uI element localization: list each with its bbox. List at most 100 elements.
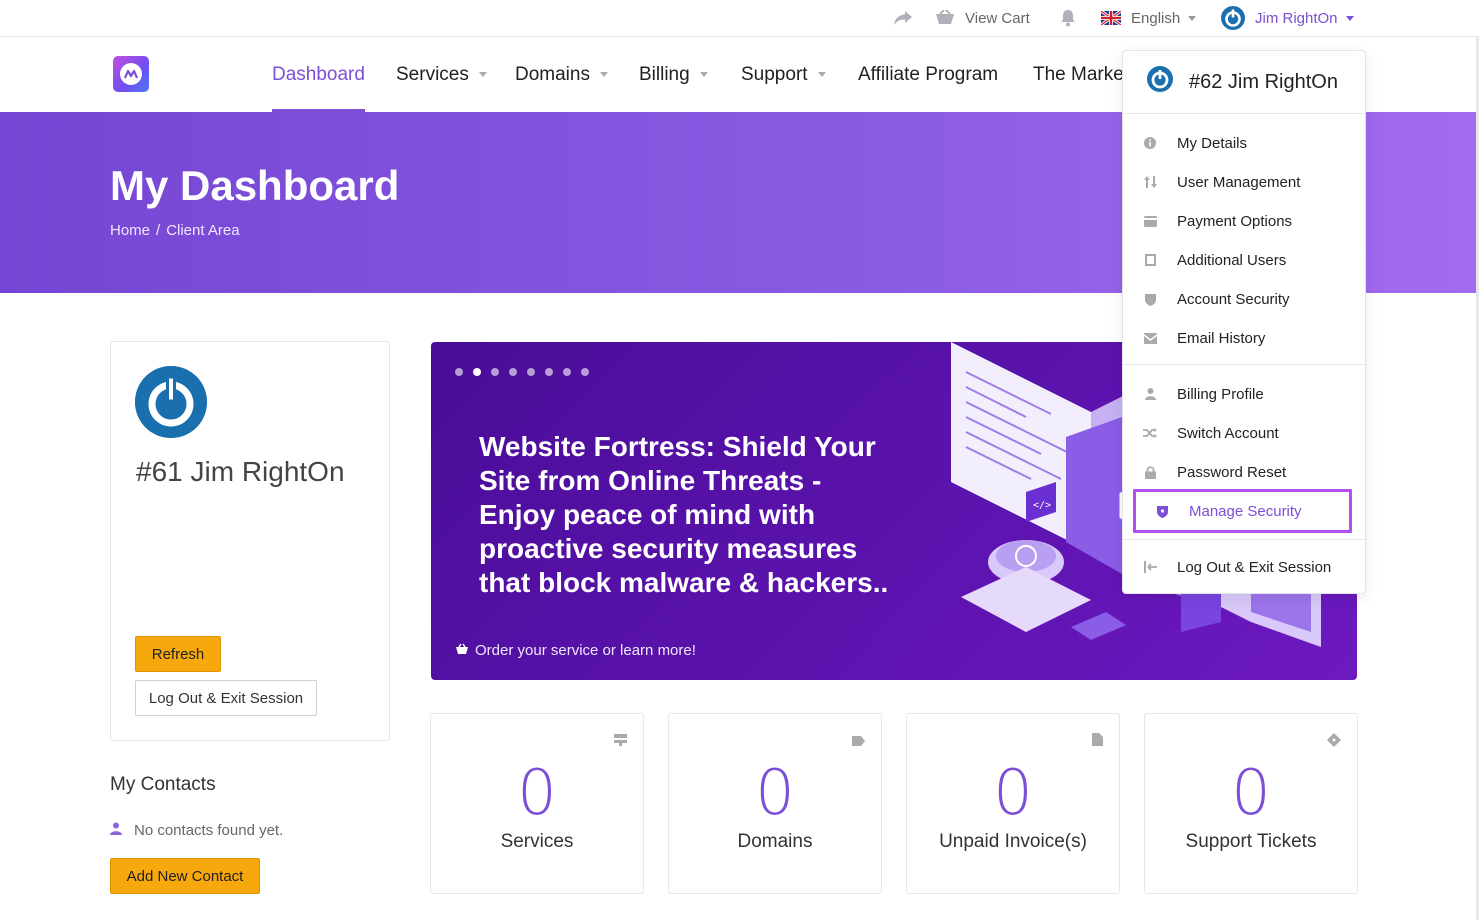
menu-item-user-management[interactable]: User Management: [1143, 167, 1300, 197]
menu-item-label: Log Out & Exit Session: [1177, 558, 1332, 576]
menu-item-manage-security[interactable]: Manage Security: [1155, 496, 1302, 526]
menu-item-email-history[interactable]: Email History: [1143, 323, 1265, 353]
view-cart-label: View Cart: [965, 9, 1030, 27]
logout-button[interactable]: Log Out & Exit Session: [135, 680, 317, 716]
menu-item-label: Switch Account: [1177, 424, 1279, 442]
menu-item-my-details[interactable]: My Details: [1143, 128, 1247, 158]
menu-item-billing-profile[interactable]: Billing Profile: [1143, 379, 1264, 409]
menu-item-label: Additional Users: [1177, 251, 1287, 269]
carousel-dot[interactable]: [527, 368, 535, 376]
dropdown-header: #62 Jim RightOn: [1123, 51, 1365, 114]
stat-tile-services[interactable]: 0 Services: [430, 713, 644, 894]
menu-item-label: Account Security: [1177, 290, 1290, 308]
menu-item-account-security[interactable]: Account Security: [1143, 284, 1290, 314]
breadcrumb-current: Client Area: [166, 222, 240, 239]
banner-cta-label: Order your service or learn more!: [475, 642, 696, 659]
contacts-empty-state: No contacts found yet.: [110, 822, 283, 839]
nav-services-label: Services: [396, 63, 469, 85]
logo-mark-icon: [120, 63, 142, 85]
menu-item-label: Email History: [1177, 329, 1266, 347]
stat-tile-tickets[interactable]: 0 Support Tickets: [1144, 713, 1358, 894]
menu-divider: [1123, 539, 1365, 540]
nav-services[interactable]: Services: [396, 37, 487, 112]
chevron-down-icon: [699, 72, 708, 77]
menu-item-logout[interactable]: Log Out & Exit Session: [1143, 552, 1331, 582]
uk-flag-icon: [1101, 11, 1121, 25]
nav-billing[interactable]: Billing: [639, 37, 708, 112]
language-selector[interactable]: English: [1101, 0, 1197, 36]
add-contact-button[interactable]: Add New Contact: [110, 858, 260, 894]
shield-icon: [1155, 504, 1169, 518]
carousel-dot[interactable]: [455, 368, 463, 376]
carousel-dots: [455, 368, 589, 376]
nav-support[interactable]: Support: [741, 37, 826, 112]
menu-item-label: Manage Security: [1189, 502, 1302, 520]
menu-item-password-reset[interactable]: Password Reset: [1143, 457, 1286, 487]
top-utility-bar: View Cart English Jim RightOn: [0, 0, 1479, 37]
nav-affiliate[interactable]: Affiliate Program: [858, 37, 998, 112]
nav-marketplace-label: The Marke: [1033, 63, 1124, 85]
nav-marketplace[interactable]: The Marke: [1033, 37, 1124, 112]
contacts-empty-text: No contacts found yet.: [134, 822, 284, 839]
carousel-dot[interactable]: [491, 368, 499, 376]
stat-label: Support Tickets: [1185, 831, 1317, 852]
menu-item-label: Payment Options: [1177, 212, 1293, 230]
chevron-down-icon: [1345, 15, 1354, 21]
breadcrumb: Home / Client Area: [110, 222, 240, 239]
shuffle-icon: [1143, 426, 1157, 440]
brand-logo[interactable]: [113, 56, 149, 92]
menu-item-payment-options[interactable]: Payment Options: [1143, 206, 1292, 236]
carousel-dot[interactable]: [581, 368, 589, 376]
nav-dashboard-label: Dashboard: [272, 63, 365, 85]
carousel-dot[interactable]: [509, 368, 517, 376]
shield-icon: [1143, 292, 1157, 306]
carousel-dot[interactable]: [563, 368, 571, 376]
chevron-down-icon: [478, 72, 487, 77]
stat-value: 0: [1231, 756, 1271, 829]
svg-text:</>: </>: [1033, 500, 1051, 511]
stat-label: Unpaid Invoice(s): [939, 831, 1087, 852]
stat-tile-domains[interactable]: 0 Domains: [668, 713, 882, 894]
server-icon: [614, 733, 627, 751]
menu-item-label: User Management: [1177, 173, 1301, 191]
banner-cta[interactable]: Order your service or learn more!: [455, 642, 696, 659]
user-icon: [1143, 387, 1157, 401]
menu-item-switch-account[interactable]: Switch Account: [1143, 418, 1279, 448]
carousel-dot[interactable]: [545, 368, 553, 376]
refresh-button[interactable]: Refresh: [135, 636, 221, 672]
bell-icon[interactable]: [1059, 0, 1077, 36]
stat-tile-invoices[interactable]: 0 Unpaid Invoice(s): [906, 713, 1120, 894]
tag-icon: [852, 733, 865, 751]
breadcrumb-separator: /: [156, 222, 161, 239]
stat-label: Services: [500, 831, 574, 852]
share-icon[interactable]: [893, 0, 913, 36]
user-menu-label: Jim RightOn: [1255, 9, 1338, 27]
nav-dashboard[interactable]: Dashboard: [272, 37, 365, 112]
carousel-dot-active[interactable]: [473, 368, 481, 376]
view-cart-link[interactable]: View Cart: [935, 0, 1030, 36]
stat-label: Domains: [737, 831, 813, 852]
chevron-down-icon: [817, 72, 826, 77]
profile-name: #61 Jim RightOn: [136, 456, 345, 487]
menu-item-label: Password Reset: [1177, 463, 1287, 481]
stat-value: 0: [993, 756, 1033, 829]
info-icon: [1143, 136, 1157, 150]
user-avatar-icon: [1147, 66, 1173, 98]
breadcrumb-home[interactable]: Home: [110, 222, 150, 239]
nav-domains-label: Domains: [515, 63, 590, 85]
inbox-icon: [1143, 331, 1157, 345]
chevron-down-icon: [1188, 15, 1197, 21]
stat-value: 0: [755, 756, 795, 829]
nav-domains[interactable]: Domains: [515, 37, 608, 112]
user-menu-toggle[interactable]: Jim RightOn: [1221, 0, 1354, 36]
basket-icon: [455, 642, 469, 659]
document-icon: [1092, 733, 1103, 751]
menu-item-additional-users[interactable]: Additional Users: [1143, 245, 1286, 275]
nav-support-label: Support: [741, 63, 808, 85]
menu-item-label: My Details: [1177, 134, 1248, 152]
avatar: [135, 366, 207, 438]
user-avatar-icon: [1221, 6, 1245, 30]
page-title: My Dashboard: [110, 162, 400, 209]
banner-headline: Website Fortress: Shield Your Site from …: [479, 431, 889, 598]
contacts-title: My Contacts: [110, 774, 216, 795]
